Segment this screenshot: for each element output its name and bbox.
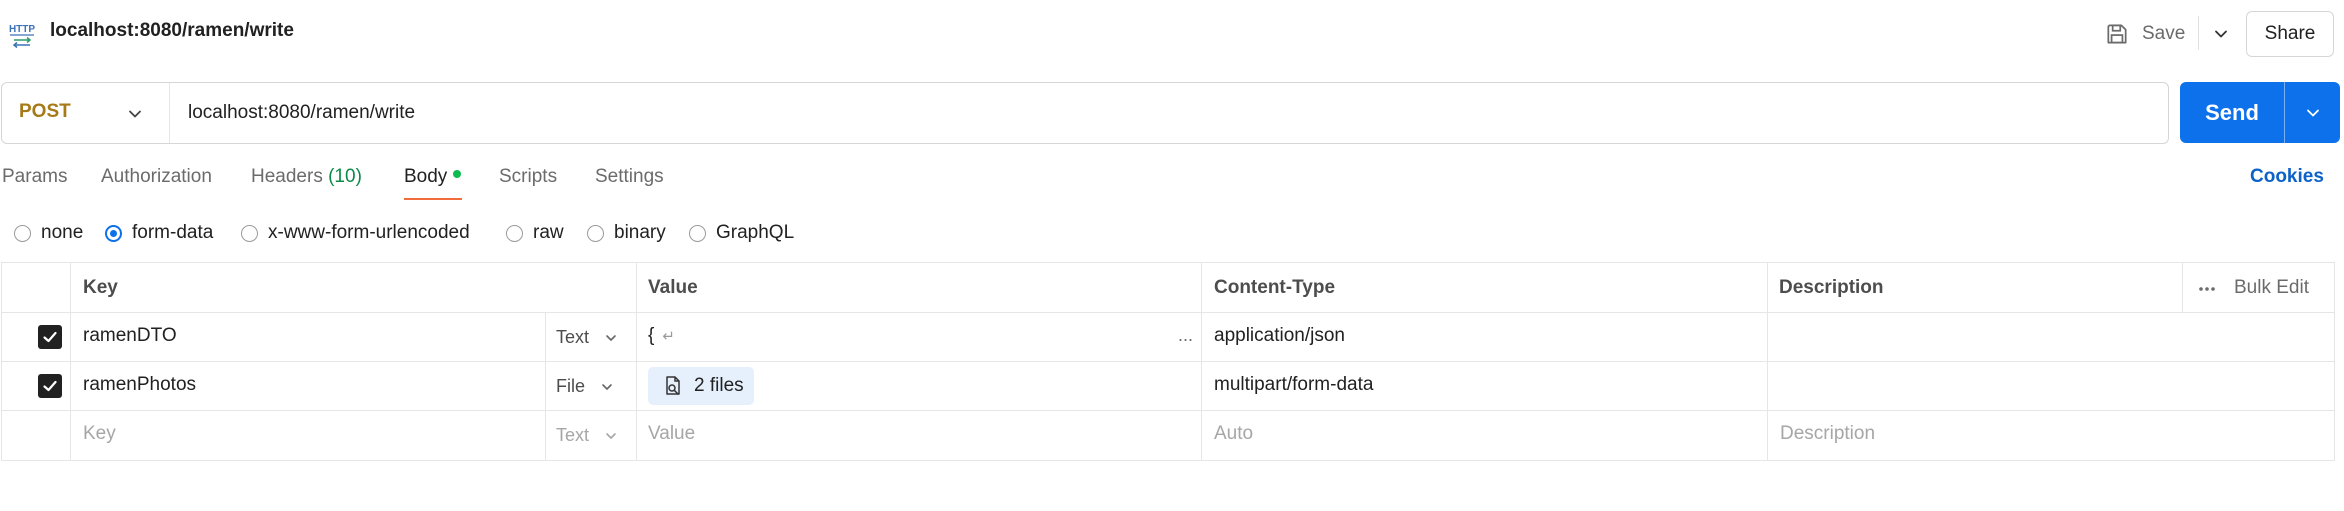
tab-headers[interactable]: Headers (10): [251, 166, 362, 188]
row-content-type[interactable]: multipart/form-data: [1214, 374, 1373, 396]
row-enabled-checkbox[interactable]: [38, 374, 62, 398]
row-type-label: File: [556, 376, 586, 396]
method-select[interactable]: POST: [2, 83, 167, 143]
row-content-type[interactable]: application/json: [1214, 325, 1345, 347]
chevron-down-icon: [606, 334, 616, 341]
row-type-label: Text: [556, 327, 590, 347]
new-type-select[interactable]: Text: [556, 425, 619, 446]
radio-raw[interactable]: raw: [506, 220, 564, 246]
radio-label: GraphQL: [716, 222, 795, 243]
value-expand-button[interactable]: ...: [1178, 325, 1193, 346]
radio-graphql[interactable]: GraphQL: [689, 220, 794, 246]
files-chip[interactable]: 2 files: [648, 367, 754, 405]
row-divider: [2, 410, 2334, 411]
radio-circle: [14, 224, 31, 242]
row-value[interactable]: { ↵: [648, 325, 675, 347]
check-icon: [43, 380, 57, 392]
radio-label: x-www-form-urlencoded: [268, 222, 470, 243]
new-value-input[interactable]: Value: [648, 423, 695, 445]
row-divider: [2, 312, 2334, 313]
new-description-input[interactable]: Description: [1780, 423, 1875, 445]
chevron-down-icon: [2215, 30, 2227, 38]
tab-params[interactable]: Params: [2, 166, 67, 188]
save-icon: [2107, 24, 2127, 44]
row-key[interactable]: ramenPhotos: [83, 374, 196, 396]
method-label: POST: [19, 101, 71, 122]
radio-binary[interactable]: binary: [587, 220, 666, 246]
form-data-table: Key Value Content-Type Description Bulk …: [1, 262, 2335, 461]
body-active-dot: [453, 170, 462, 178]
new-key-input[interactable]: Key: [83, 423, 116, 445]
new-type-label: Text: [556, 425, 590, 445]
files-count: 2 files: [694, 375, 744, 396]
share-button[interactable]: Share: [2246, 11, 2334, 57]
row-divider: [2, 361, 2334, 362]
tab-body[interactable]: Body: [404, 166, 462, 188]
radio-label: none: [41, 222, 84, 243]
tab-body-label: Body: [404, 166, 448, 187]
send-options-button[interactable]: [2285, 82, 2340, 143]
tab-authorization[interactable]: Authorization: [101, 166, 212, 188]
column-divider: [545, 312, 546, 460]
radio-circle: [587, 224, 604, 242]
row-value-text: {: [648, 325, 655, 346]
chevron-down-icon: [602, 383, 612, 390]
chevron-down-icon: [2306, 109, 2319, 116]
column-header-key: Key: [83, 277, 118, 298]
files-icon: [666, 376, 680, 395]
url-bar: POST: [1, 82, 2169, 144]
save-label: Save: [2142, 23, 2186, 44]
http-request-icon: HTTP: [5, 17, 39, 51]
radio-label: raw: [533, 222, 564, 243]
row-type-select[interactable]: File: [556, 376, 615, 397]
save-divider: [2198, 16, 2199, 50]
row-enabled-checkbox[interactable]: [38, 325, 62, 349]
more-options-icon[interactable]: [2198, 285, 2216, 293]
svg-text:HTTP: HTTP: [9, 24, 35, 35]
row-type-select[interactable]: Text: [556, 327, 619, 348]
tab-scripts[interactable]: Scripts: [499, 166, 557, 188]
chevron-down-icon: [129, 110, 141, 118]
radio-none[interactable]: none: [14, 220, 83, 246]
column-header-value: Value: [648, 277, 698, 298]
radio-label: form-data: [132, 222, 214, 243]
send-button-group: Send: [2180, 82, 2340, 143]
headers-count: (10): [328, 166, 362, 187]
tab-headers-label: Headers: [251, 166, 323, 187]
radio-circle: [506, 224, 523, 242]
radio-circle-selected: [105, 224, 122, 242]
bulk-edit-button[interactable]: Bulk Edit: [2234, 277, 2309, 299]
radio-label: binary: [614, 222, 666, 243]
url-divider: [169, 83, 170, 143]
radio-x-www-form-urlencoded[interactable]: x-www-form-urlencoded: [241, 220, 470, 246]
send-button[interactable]: Send: [2180, 82, 2284, 143]
column-divider: [2182, 263, 2183, 312]
row-key[interactable]: ramenDTO: [83, 325, 177, 347]
check-icon: [43, 331, 57, 343]
request-title[interactable]: localhost:8080/ramen/write: [50, 20, 294, 42]
active-tab-indicator: [404, 198, 462, 200]
column-header-description: Description: [1779, 277, 1884, 298]
save-options-button[interactable]: [2204, 18, 2238, 50]
radio-circle: [241, 224, 258, 242]
new-content-type-input[interactable]: Auto: [1214, 423, 1253, 445]
tab-settings[interactable]: Settings: [595, 166, 664, 188]
chevron-down-icon: [606, 432, 616, 439]
radio-form-data[interactable]: form-data: [105, 220, 213, 246]
save-button[interactable]: Save: [2104, 16, 2194, 52]
radio-circle: [689, 224, 706, 242]
column-header-content-type: Content-Type: [1214, 277, 1336, 298]
request-header: HTTP localhost:8080/ramen/write Save Sha…: [0, 0, 2344, 66]
cookies-link[interactable]: Cookies: [2250, 166, 2324, 188]
line-break-icon: ↵: [662, 328, 675, 345]
url-input[interactable]: [188, 95, 2148, 131]
